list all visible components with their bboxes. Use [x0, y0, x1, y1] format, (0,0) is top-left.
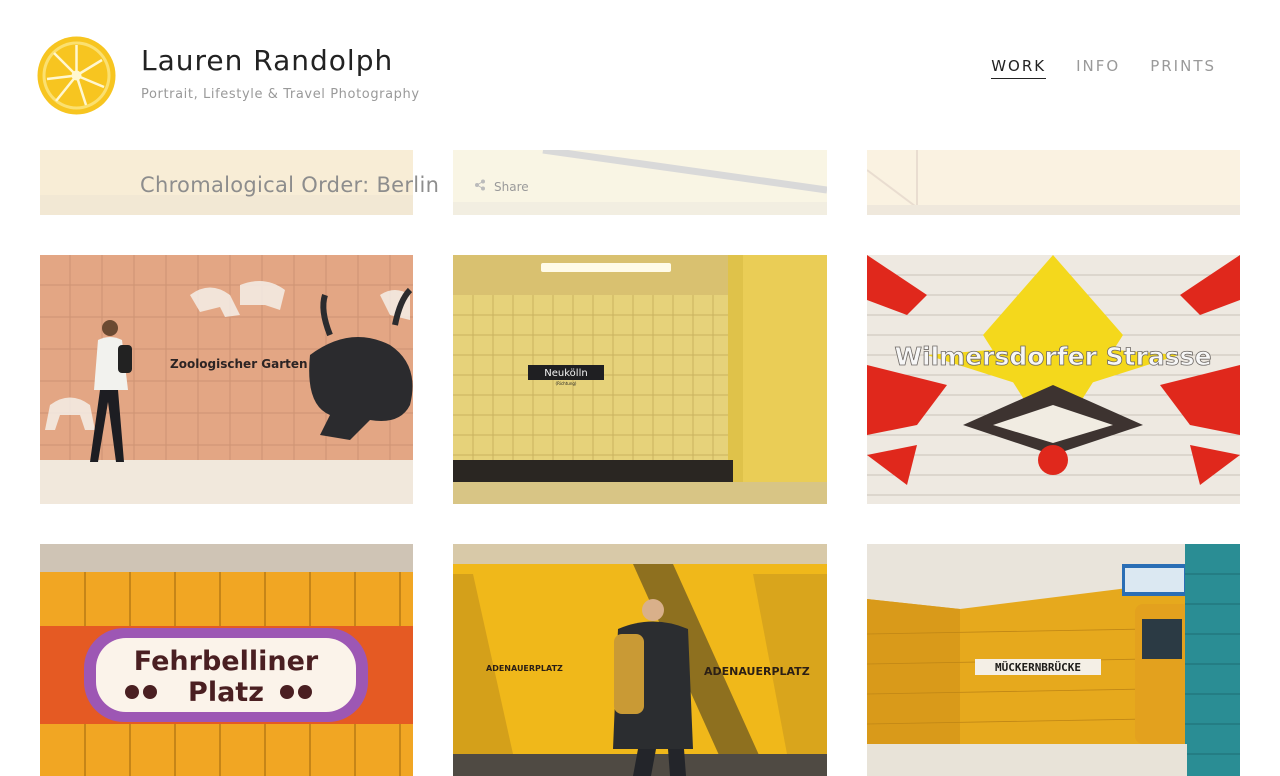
sign-neukolln: Neukölln — [544, 368, 587, 379]
photo-zoologischer-garten[interactable]: Zoologischer Garten — [40, 255, 413, 504]
sign-wilmersdorfer-strasse: Wilmersdorfer Strasse — [894, 342, 1211, 371]
sign-fehrbelliner: Fehrbelliner — [134, 646, 319, 677]
photo-wilmersdorfer-strasse[interactable]: Wilmersdorfer Strasse — [867, 255, 1240, 504]
nav-work[interactable]: WORK — [991, 57, 1047, 79]
faded-photo[interactable] — [867, 150, 1240, 215]
site-header: Lauren Randolph Portrait, Lifestyle & Tr… — [0, 0, 1280, 150]
nav-info[interactable]: INFO — [1076, 57, 1120, 79]
nav-prints[interactable]: PRINTS — [1150, 57, 1216, 79]
photo-fehrbelliner-platz[interactable]: Fehrbelliner Platz — [40, 544, 413, 776]
sign-zoologischer-garten: Zoologischer Garten — [170, 357, 308, 371]
main-nav: WORK INFO PRINTS — [991, 57, 1216, 79]
site-tagline: Portrait, Lifestyle & Travel Photography — [141, 87, 420, 102]
photo-adenauerplatz[interactable]: ADENAUERPLATZ ADENAUERPLATZ — [453, 544, 827, 776]
gallery-title: Chromalogical Order: Berlin — [140, 173, 440, 197]
photo-neukolln[interactable]: Neukölln (Richtung) — [453, 255, 827, 504]
share-label: Share — [494, 179, 529, 194]
share-button[interactable]: Share — [474, 179, 529, 194]
site-title[interactable]: Lauren Randolph — [141, 44, 393, 77]
sign-neukolln-sub: (Richtung) — [556, 381, 577, 386]
photo-mockernbrucke[interactable]: MÜCKERNBRÜCKE — [867, 544, 1240, 776]
lemon-slice-icon[interactable] — [36, 35, 117, 116]
sign-platz: Platz — [188, 677, 264, 708]
share-icon — [474, 179, 486, 194]
sign-adenauerplatz-left: ADENAUERPLATZ — [486, 664, 563, 673]
sign-mockernbrucke: MÜCKERNBRÜCKE — [995, 660, 1081, 674]
sign-adenauerplatz-right: ADENAUERPLATZ — [704, 665, 810, 678]
